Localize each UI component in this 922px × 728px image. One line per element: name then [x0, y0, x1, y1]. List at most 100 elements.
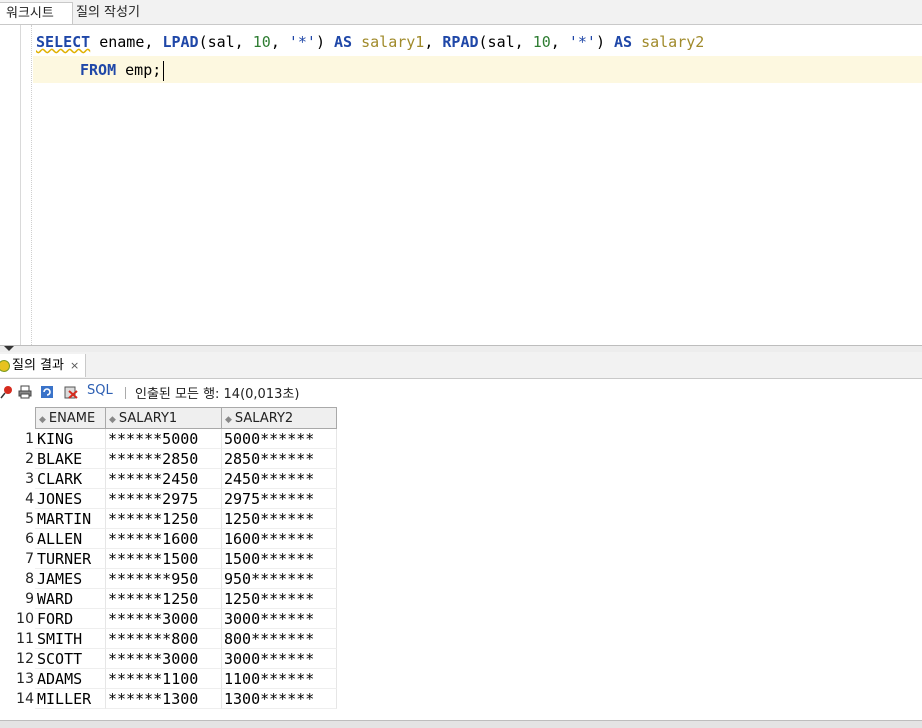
cell-salary2[interactable]: 1600****** [222, 529, 337, 549]
code-token: RPAD [442, 33, 479, 51]
cell-salary1[interactable]: ******1500 [106, 549, 222, 569]
cell-ename[interactable]: MILLER [35, 689, 106, 709]
row-number: 3 [25, 471, 34, 487]
row-number: 6 [25, 531, 34, 547]
table-row[interactable]: 4 JONES ******2975 2975****** [0, 489, 337, 509]
table-row[interactable]: 3 CLARK ******2450 2450****** [0, 469, 337, 489]
result-toolbar: SQL 인출된 모든 행: 14(0,013초) [0, 379, 922, 405]
sql-button[interactable]: SQL [87, 383, 113, 398]
table-row[interactable]: 12 SCOTT ******3000 3000****** [0, 649, 337, 669]
table-row[interactable]: 9 WARD ******1250 1250****** [0, 589, 337, 609]
table-row[interactable]: 1 KING ******5000 5000****** [0, 429, 337, 449]
cell-salary1[interactable]: ******3000 [106, 609, 222, 629]
code-token: , [424, 33, 443, 51]
code-token: AS [614, 33, 633, 51]
print-icon[interactable] [18, 385, 32, 399]
code-token: 10 [532, 33, 551, 51]
code-token: FROM [80, 61, 117, 79]
cell-salary2[interactable]: 1250****** [222, 589, 337, 609]
cell-salary2[interactable]: 2975****** [222, 489, 337, 509]
cell-salary1[interactable]: ******1100 [106, 669, 222, 689]
editor-gutter [20, 25, 21, 345]
tab-worksheet[interactable]: 워크시트 [0, 2, 73, 24]
sort-icon[interactable]: ◆ [225, 415, 232, 425]
cell-ename[interactable]: KING [35, 429, 106, 449]
sort-icon[interactable]: ◆ [39, 415, 46, 425]
cell-ename[interactable]: WARD [35, 589, 106, 609]
table-row[interactable]: 8 JAMES *******950 950******* [0, 569, 337, 589]
cell-salary2[interactable]: 1300****** [222, 689, 337, 709]
row-number: 4 [25, 491, 34, 507]
cell-ename[interactable]: JONES [35, 489, 106, 509]
cell-salary2[interactable]: 5000****** [222, 429, 337, 449]
cell-ename[interactable]: TURNER [35, 549, 106, 569]
column-header-label: SALARY1 [118, 411, 178, 426]
table-row[interactable]: 6 ALLEN ******1600 1600****** [0, 529, 337, 549]
cell-salary2[interactable]: 2450****** [222, 469, 337, 489]
cell-salary1[interactable]: ******3000 [106, 649, 222, 669]
refresh-icon[interactable] [40, 385, 54, 399]
cell-salary1[interactable]: ******1600 [106, 529, 222, 549]
table-row[interactable]: 10 FORD ******3000 3000****** [0, 609, 337, 629]
column-header-salary1[interactable]: ◆ SALARY1 [106, 407, 222, 429]
cell-ename[interactable]: JAMES [35, 569, 106, 589]
sql-editor[interactable]: SELECT ename, LPAD(sal, 10, '*') AS sala… [0, 25, 922, 345]
cell-ename[interactable]: ADAMS [35, 669, 106, 689]
code-line-2[interactable]: FROM emp; [80, 60, 165, 81]
row-number: 10 [16, 611, 34, 627]
cell-salary2[interactable]: 950******* [222, 569, 337, 589]
cell-salary1[interactable]: ******2450 [106, 469, 222, 489]
text-cursor [163, 60, 165, 81]
cell-salary2[interactable]: 2850****** [222, 449, 337, 469]
cell-salary2[interactable]: 1250****** [222, 509, 337, 529]
cell-ename[interactable]: BLAKE [35, 449, 106, 469]
cell-salary1[interactable]: *******800 [106, 629, 222, 649]
code-token: emp; [116, 61, 162, 79]
cell-ename[interactable]: ALLEN [35, 529, 106, 549]
pin-icon[interactable] [0, 385, 14, 399]
table-row[interactable]: 7 TURNER ******1500 1500****** [0, 549, 337, 569]
collapse-arrow-icon[interactable] [4, 346, 14, 351]
table-row[interactable]: 5 MARTIN ******1250 1250****** [0, 509, 337, 529]
close-tab-icon[interactable]: × [70, 359, 79, 372]
code-token: salary1 [361, 33, 425, 51]
column-header-label: SALARY2 [234, 411, 294, 426]
code-token: salary2 [641, 33, 705, 51]
tab-query-builder[interactable]: 질의 작성기 [70, 2, 146, 23]
cell-ename[interactable]: CLARK [35, 469, 106, 489]
cell-ename[interactable]: SCOTT [35, 649, 106, 669]
cell-salary1[interactable]: *******950 [106, 569, 222, 589]
cell-ename[interactable]: SMITH [35, 629, 106, 649]
cell-ename[interactable]: FORD [35, 609, 106, 629]
sort-icon[interactable]: ◆ [109, 415, 116, 425]
cell-salary1[interactable]: ******1250 [106, 509, 222, 529]
column-header-salary2[interactable]: ◆ SALARY2 [222, 407, 337, 429]
cell-salary1[interactable]: ******2975 [106, 489, 222, 509]
column-header-label: ENAME [48, 411, 96, 426]
code-token: 10 [252, 33, 271, 51]
code-token: '*' [568, 33, 596, 51]
table-row[interactable]: 11 SMITH *******800 800******* [0, 629, 337, 649]
tab-query-result[interactable]: 질의 결과 × [0, 354, 87, 377]
cell-salary2[interactable]: 1100****** [222, 669, 337, 689]
cell-salary2[interactable]: 3000****** [222, 609, 337, 629]
table-row[interactable]: 14 MILLER ******1300 1300****** [0, 689, 337, 709]
cell-salary2[interactable]: 800******* [222, 629, 337, 649]
cell-ename[interactable]: MARTIN [35, 509, 106, 529]
query-result-icon [0, 359, 10, 372]
table-row[interactable]: 13 ADAMS ******1100 1100****** [0, 669, 337, 689]
table-row[interactable]: 2 BLAKE ******2850 2850****** [0, 449, 337, 469]
column-header-ename[interactable]: ◆ ENAME [35, 407, 106, 429]
code-line-1[interactable]: SELECT ename, LPAD(sal, 10, '*') AS sala… [36, 32, 704, 52]
cell-salary1[interactable]: ******5000 [106, 429, 222, 449]
cell-salary2[interactable]: 1500****** [222, 549, 337, 569]
row-number: 8 [25, 571, 34, 587]
cell-salary1[interactable]: ******2850 [106, 449, 222, 469]
cell-salary1[interactable]: ******1250 [106, 589, 222, 609]
cell-salary2[interactable]: 3000****** [222, 649, 337, 669]
delete-icon[interactable] [64, 385, 78, 399]
code-token: , [550, 33, 569, 51]
cell-salary1[interactable]: ******1300 [106, 689, 222, 709]
